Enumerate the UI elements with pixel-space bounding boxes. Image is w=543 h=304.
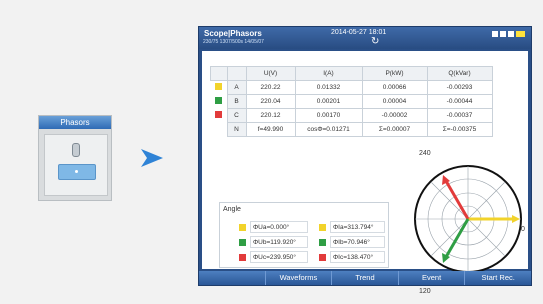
status-icons (492, 31, 525, 37)
cell-q-sum: Σ=-0.00375 (426, 122, 493, 137)
mini-slot-icon (72, 143, 80, 157)
phase-a-swatch (319, 224, 326, 231)
angle-ic: ΦIc=138.470° (319, 251, 385, 263)
row-label: N (226, 122, 247, 137)
header-u: U(V) (245, 66, 296, 81)
illustration-canvas: Phasors Scope|Phasors 2014-05-27 18:01 2… (0, 0, 543, 304)
analyzer-screen: Scope|Phasors 2014-05-27 18:01 230/75 13… (198, 26, 532, 295)
screen-titlebar: Scope|Phasors 2014-05-27 18:01 230/75 13… (199, 27, 531, 49)
phase-b-swatch (319, 239, 326, 246)
angle-uc: ΦUc=239.950° (239, 251, 308, 263)
phasors-mini-panel: Phasors (38, 115, 112, 201)
refresh-icon[interactable]: ↻ (371, 36, 379, 47)
cell-p: 0.00066 (361, 80, 428, 95)
mini-phasors-button[interactable] (58, 164, 96, 180)
phase-a-swatch (239, 224, 246, 231)
table-row: B 220.04 0.00201 0.00004 -0.00044 (211, 94, 493, 109)
cell-u: 220.04 (245, 94, 296, 109)
cell-cosphi: cosΦ=0.01271 (294, 122, 363, 137)
phasor-diagram (414, 165, 522, 273)
right-arrow-icon (141, 149, 163, 167)
row-label: C (226, 108, 247, 123)
phase-b-swatch (239, 239, 246, 246)
cell-i: 0.00170 (294, 108, 363, 123)
signal-icon (500, 31, 506, 37)
screen-subinfo: 230/75 1307/500s 14/05/07 (203, 39, 264, 45)
cell-q: -0.00293 (426, 80, 493, 95)
mini-device-face (44, 134, 108, 196)
header-p: P(kW) (361, 66, 428, 81)
screen-datetime: 2014-05-27 18:01 (331, 29, 387, 36)
mini-panel-title: Phasors (39, 116, 111, 129)
row-label: B (226, 94, 247, 109)
cell-i: 0.00201 (294, 94, 363, 109)
angle-ia: ΦIa=313.794° (319, 221, 385, 233)
cell-q: -0.00044 (426, 94, 493, 109)
lock-icon (492, 31, 498, 37)
phasor-label-120: 120 (419, 288, 431, 295)
bottom-softkey-bar: Waveforms Trend Event Start Rec. (199, 271, 531, 285)
angle-panel: Angle ΦUa=0.000° ΦIa=313.794° ΦUb=119.92… (219, 202, 389, 268)
angle-ub: ΦUb=119.920° (239, 236, 308, 248)
header-swatch (210, 66, 228, 81)
cell-p-sum: Σ=0.00007 (361, 122, 428, 137)
phase-a-swatch (215, 83, 222, 91)
trend-button[interactable]: Trend (331, 271, 398, 285)
table-row-total: N f=49.990 cosΦ=0.01271 Σ=0.00007 Σ=-0.0… (211, 122, 493, 137)
row-label: A (226, 80, 247, 95)
cell-u: 220.22 (245, 80, 296, 95)
cell-frequency: f=49.990 (245, 122, 296, 137)
phasor-table: U(V) I(A) P(kW) Q(kVar) A 220.22 0.01332… (210, 66, 493, 137)
cell-u: 220.12 (245, 108, 296, 123)
cell-p: -0.00002 (361, 108, 428, 123)
header-label (226, 66, 247, 81)
mini-dot-icon (75, 170, 78, 173)
phase-c-swatch (319, 254, 326, 261)
waveforms-button[interactable]: Waveforms (264, 271, 332, 285)
header-q: Q(kVar) (426, 66, 493, 81)
phasor-label-240: 240 (419, 150, 431, 157)
cell-p: 0.00004 (361, 94, 428, 109)
header-i: I(A) (294, 66, 363, 81)
start-rec-button[interactable]: Start Rec. (464, 271, 531, 285)
angle-ib: ΦIb=70.946° (319, 236, 385, 248)
sd-card-icon (508, 31, 514, 37)
phase-b-swatch (215, 97, 222, 104)
screen-content: U(V) I(A) P(kW) Q(kVar) A 220.22 0.01332… (202, 51, 528, 295)
table-row: C 220.12 0.00170 -0.00002 -0.00037 (211, 108, 493, 123)
battery-icon (516, 31, 525, 37)
angle-title: Angle (223, 206, 241, 213)
phase-c-swatch (239, 254, 246, 261)
phase-c-swatch (215, 111, 222, 118)
screen-title: Scope|Phasors (204, 29, 262, 38)
event-button[interactable]: Event (397, 271, 465, 285)
angle-ua: ΦUa=0.000° (239, 221, 308, 233)
table-row: A 220.22 0.01332 0.00066 -0.00293 (211, 80, 493, 95)
cell-i: 0.01332 (294, 80, 363, 95)
softkey-blank[interactable] (199, 271, 265, 285)
cell-q: -0.00037 (426, 108, 493, 123)
